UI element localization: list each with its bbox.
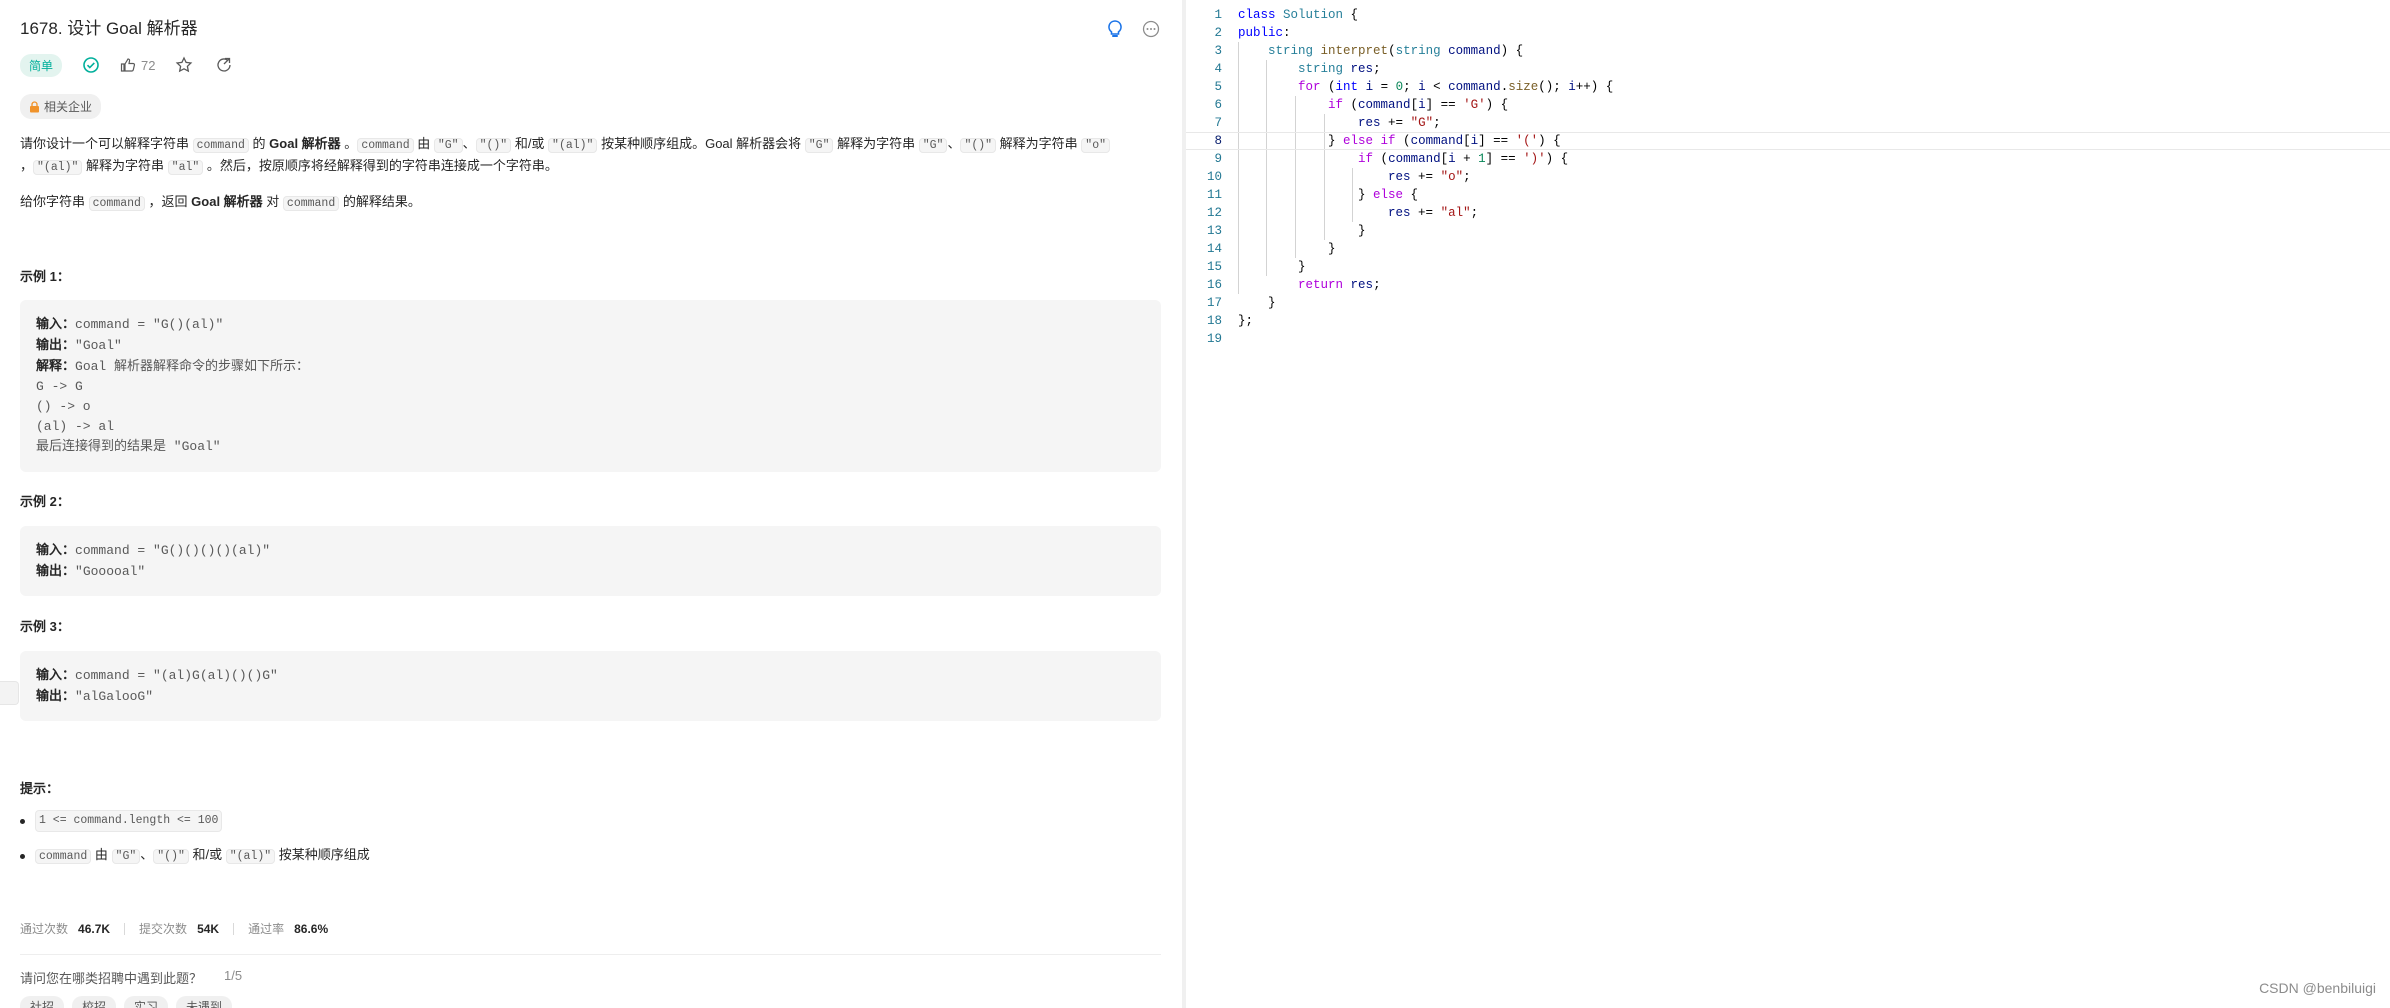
code-line: 9 if (command[i + 1] == ')') { — [1214, 152, 1569, 166]
hints-title: 提示： — [20, 781, 60, 796]
inline-code: "()" — [960, 138, 997, 153]
survey-page: 1/5 — [224, 968, 243, 983]
side-panel-handle[interactable] — [0, 681, 19, 705]
lock-icon — [30, 100, 39, 112]
inline-code: "G" — [804, 138, 834, 153]
inline-code: "o" — [1081, 138, 1111, 153]
title-actions — [1104, 16, 1162, 42]
code-line: 7 res += "G"; — [1214, 116, 1441, 130]
inline-code: "()" — [475, 138, 512, 153]
accepted-label: 通过次数 — [20, 922, 69, 936]
example-2-output: 输出："Gooooal" — [36, 563, 146, 579]
submissions-value: 54K — [197, 921, 220, 936]
inline-code: command — [282, 196, 340, 211]
example-1-step: 最后连接得到的结果是 "Goal" — [36, 439, 221, 454]
title-row: 1678. 设计 Goal 解析器 — [20, 16, 1162, 42]
survey-chip[interactable]: 实习 — [124, 996, 169, 1008]
like-count: 72 — [141, 57, 156, 73]
example-1-input: 输入：command = "G()(al)" — [36, 316, 224, 332]
code-editor[interactable]: 1 class Solution { 2 public: 3 string inte… — [1186, 0, 2390, 1008]
code-line: 1 class Solution { — [1214, 8, 1359, 22]
example-1-explain: 解释：Goal 解析器解释命令的步骤如下所示： — [36, 358, 310, 374]
stats-row: 通过次数 46.7K 提交次数 54K 通过率 86.6% — [20, 920, 328, 937]
example-1-output: 输出："Goal" — [36, 337, 122, 353]
code-line: 2 public: — [1214, 26, 1291, 40]
code-line: 4 string res; — [1214, 62, 1381, 76]
problem-panel: 1678. 设计 Goal 解析器 简单 72 相关企业 请你设计一个可以解释字… — [0, 0, 1182, 1008]
star-icon[interactable] — [173, 54, 195, 76]
rate-label: 通过率 — [248, 922, 285, 936]
survey-question: 请问您在哪类招聘中遇到此题？ 1/5 — [20, 968, 242, 987]
lightbulb-icon[interactable] — [1104, 18, 1126, 40]
inline-code: command — [88, 196, 145, 211]
inline-code: "G" — [433, 138, 463, 153]
code-line: 18}; — [1206, 314, 1254, 328]
code-line: 10 res += "o"; — [1206, 170, 1471, 184]
difficulty-badge: 简单 — [20, 53, 63, 77]
inline-code: command — [357, 138, 414, 153]
hint-item: 1 <= command.length <= 100 — [20, 810, 370, 832]
hints-list: 1 <= command.length <= 100 command 由 "G"… — [20, 810, 370, 880]
code-line: 17 } — [1206, 296, 1276, 310]
survey-question-text: 请问您在哪类招聘中遇到此题？ — [20, 971, 203, 986]
code-line: 16 return res; — [1206, 278, 1381, 292]
like-button[interactable]: 72 — [120, 57, 155, 73]
inline-code: "G" — [918, 138, 948, 153]
code-line: 11 } else { — [1206, 188, 1419, 202]
inline-code: "(al)" — [548, 138, 598, 153]
example-2-input: 输入：command = "G()()()()(al)" — [36, 542, 271, 558]
code-line-active: 8 } else if (command[i] == '(') { — [1186, 132, 2390, 150]
submissions-label: 提交次数 — [139, 922, 188, 936]
code-line: 19 — [1206, 332, 1222, 346]
survey-chip[interactable]: 校招 — [72, 996, 117, 1008]
problem-description: 请你设计一个可以解释字符串 command 的 Goal 解析器 。 comman… — [20, 134, 1160, 228]
description-paragraph-1: 请你设计一个可以解释字符串 command 的 Goal 解析器 。 comman… — [20, 134, 1160, 178]
divider-line — [20, 954, 1161, 955]
meta-row: 简单 72 — [20, 53, 235, 77]
watermark: CSDN @benbiluigi — [2259, 980, 2376, 996]
description-paragraph-2: 给你字符串 command ，返回 Goal 解析器 对 command 的解释… — [20, 194, 421, 211]
rate-value: 86.6% — [294, 921, 329, 936]
code-line: 3 string interpret(string command) { — [1214, 44, 1524, 58]
hint-item: command 由 "G"、 "()" 和/或 "(al)" 按某种顺序组成 — [20, 845, 370, 867]
survey-chip[interactable]: 未遇到 — [176, 996, 233, 1008]
example-1-title: 示例 1： — [20, 269, 70, 284]
inline-code: command — [192, 138, 249, 153]
more-options-icon[interactable] — [1140, 18, 1162, 40]
problem-title: 1678. 设计 Goal 解析器 — [20, 19, 198, 38]
survey-chips: 社招 校招 实习 未遇到 — [20, 996, 233, 1008]
example-3-box: 输入：command = "(al)G(al)()()G" 输出："alGalo… — [20, 651, 1161, 721]
code-line: 12 res += "al"; — [1206, 206, 1479, 220]
example-3-input: 输入：command = "(al)G(al)()()G" — [36, 667, 278, 683]
example-3-title: 示例 3： — [20, 619, 70, 634]
inline-code: "al" — [167, 160, 204, 175]
example-1-step: G -> G — [36, 379, 83, 394]
code-line: 6 if (command[i] == 'G') { — [1214, 98, 1509, 112]
code-lines[interactable]: 1 class Solution { 2 public: 3 string inte… — [1186, 6, 2390, 348]
example-3-output: 输出："alGalooG" — [36, 688, 154, 704]
company-tag-label: 相关企业 — [44, 100, 93, 114]
example-2-title: 示例 2： — [20, 494, 70, 509]
inline-code: "(al)" — [33, 160, 83, 175]
example-1-step: (al) -> al — [36, 419, 115, 434]
code-line: 15 } — [1206, 260, 1306, 274]
company-tag[interactable]: 相关企业 — [20, 94, 102, 119]
code-line: 13 } — [1206, 224, 1366, 238]
code-line: 5 for (int i = 0; i < command.size(); i+… — [1214, 80, 1614, 94]
thumbs-up-icon — [120, 58, 136, 72]
code-line: 14 } — [1206, 242, 1336, 256]
share-icon[interactable] — [213, 54, 235, 76]
example-1-box: 输入：command = "G()(al)" 输出："Goal" 解释：Goal… — [20, 300, 1161, 472]
accepted-value: 46.7K — [78, 921, 111, 936]
example-1-step: () -> o — [36, 399, 91, 414]
solved-check-icon — [80, 54, 102, 76]
survey-chip[interactable]: 社招 — [20, 996, 65, 1008]
example-2-box: 输入：command = "G()()()()(al)" 输出："Gooooal… — [20, 526, 1161, 596]
